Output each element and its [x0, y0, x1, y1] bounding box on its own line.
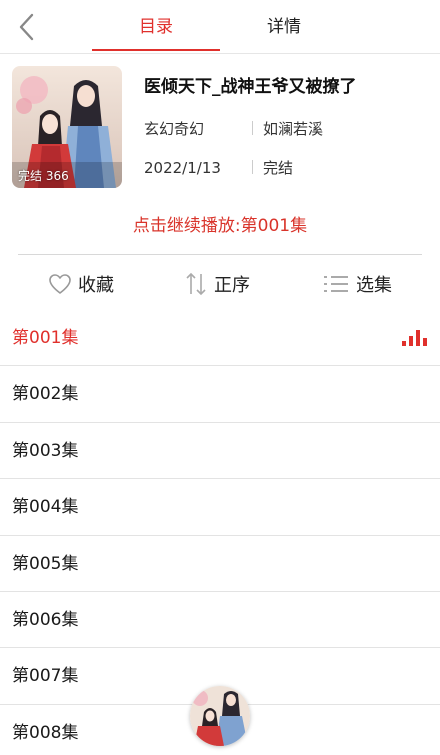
- back-button[interactable]: [14, 12, 40, 42]
- list-icon: [324, 276, 348, 292]
- favorite-button[interactable]: 收藏: [48, 256, 114, 312]
- divider: [18, 254, 422, 255]
- chevron-left-icon: [19, 13, 34, 41]
- sort-order-button[interactable]: 正序: [184, 256, 250, 312]
- meta-row-date-status: 2022/1/13 完结: [144, 157, 293, 178]
- episode-item[interactable]: 第004集: [0, 479, 440, 536]
- order-label: 正序: [214, 275, 250, 296]
- episode-item[interactable]: 第005集: [0, 536, 440, 592]
- sort-arrows-icon: [186, 272, 206, 296]
- episode-item[interactable]: 第002集: [0, 366, 440, 423]
- episode-item[interactable]: 第001集: [0, 310, 440, 367]
- book-genre: 玄幻奇幻: [144, 120, 205, 138]
- episode-item[interactable]: 第006集: [0, 592, 440, 649]
- episode-label: 第001集: [12, 328, 79, 348]
- book-title: 医倾天下_战神王爷又被撩了: [144, 77, 357, 97]
- episode-label: 第005集: [12, 553, 79, 574]
- episode-label: 第006集: [12, 609, 79, 630]
- equalizer-icon: [402, 330, 427, 346]
- tab-detail[interactable]: 详情: [220, 0, 348, 54]
- heart-icon: [49, 274, 71, 294]
- continue-play-link[interactable]: 点击继续播放:第001集: [0, 211, 440, 236]
- book-cover[interactable]: 完结 366: [12, 66, 122, 188]
- floating-player-avatar[interactable]: [190, 686, 250, 746]
- tab-catalog[interactable]: 目录: [92, 0, 220, 54]
- episode-item[interactable]: 第003集: [0, 423, 440, 480]
- book-status: 完结: [263, 159, 294, 177]
- book-author: 如澜若溪: [263, 120, 324, 138]
- select-episode-button[interactable]: 选集: [322, 256, 392, 312]
- episode-label: 第003集: [12, 440, 79, 461]
- episode-label: 第004集: [12, 497, 79, 518]
- player-cover-thumbnail: [190, 686, 250, 746]
- favorite-label: 收藏: [78, 275, 114, 296]
- book-date: 2022/1/13: [144, 159, 221, 177]
- action-bar: 收藏 正序 选集: [0, 256, 440, 312]
- meta-separator: [252, 121, 253, 135]
- meta-separator: [252, 160, 253, 174]
- cover-badge: 完结 366: [18, 169, 69, 183]
- episode-label: 第002集: [12, 384, 79, 405]
- meta-row-genre-author: 玄幻奇幻 如澜若溪: [144, 118, 323, 139]
- book-info: 完结 366 医倾天下_战神王爷又被撩了 玄幻奇幻 如澜若溪 2022/1/13 完…: [0, 54, 440, 204]
- episode-label: 第007集: [12, 666, 79, 687]
- episode-label: 第008集: [12, 722, 79, 743]
- top-bar: 目录 详情: [0, 0, 440, 54]
- select-label: 选集: [356, 275, 392, 296]
